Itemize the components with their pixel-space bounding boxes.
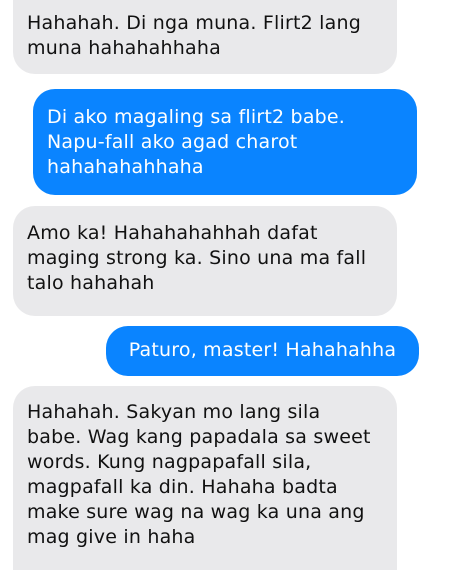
- message-bubble-sent[interactable]: Di ako magaling sa flirt2 babe. Napu-fal…: [33, 89, 417, 195]
- message-bubble-received[interactable]: Hahahah. Di nga muna. Flirt2 lang muna h…: [13, 0, 397, 74]
- conversation-thread: Hahahah. Di nga muna. Flirt2 lang muna h…: [0, 0, 459, 570]
- message-bubble-received[interactable]: Amo ka! Hahahahahhah dafat maging strong…: [13, 206, 397, 316]
- message-bubble-received[interactable]: Hahahah. Sakyan mo lang sila babe. Wag k…: [13, 386, 397, 570]
- message-bubble-sent[interactable]: Paturo, master! Hahahahha: [106, 326, 419, 376]
